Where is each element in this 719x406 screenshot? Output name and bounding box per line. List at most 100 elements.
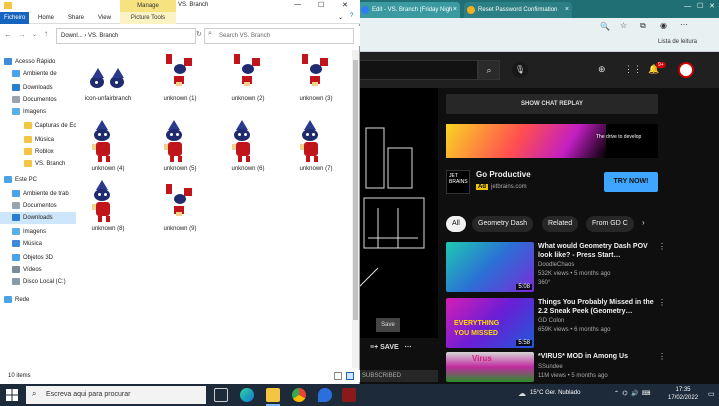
profile-icon[interactable]: ◉ — [660, 21, 667, 30]
chip-geometry-dash[interactable]: Geometry Dash — [472, 216, 534, 232]
details-view-icon[interactable] — [334, 372, 342, 380]
close-window-icon[interactable]: ✕ — [342, 1, 348, 9]
nav-item[interactable]: Acesso Rápido — [0, 56, 76, 68]
show-chat-replay-button[interactable]: SHOW CHAT REPLAY — [446, 94, 658, 114]
file-item[interactable]: unknown (4) — [80, 120, 136, 173]
up-arrow-icon[interactable]: ↑ — [44, 29, 48, 38]
recent-chevron-icon[interactable]: ⌄ — [32, 31, 37, 38]
favorite-star-icon[interactable]: ☆ — [620, 21, 627, 30]
browser-tab-reset-password[interactable]: Reset Password Confirmation × — [464, 2, 572, 18]
nav-item[interactable]: Ambiente de trab — [0, 188, 76, 200]
nav-item[interactable]: Documentos — [0, 200, 76, 212]
search-icon[interactable]: ⌕ — [478, 60, 500, 80]
zoom-icon[interactable]: 🔍 — [600, 22, 610, 31]
scrollbar[interactable] — [352, 50, 359, 368]
nav-item[interactable]: Música — [0, 238, 76, 250]
tray-chevron-icon[interactable]: ⌃ — [614, 391, 619, 397]
breadcrumb-vs-branch[interactable]: VS. Branch — [88, 33, 118, 39]
scrollbar-thumb[interactable] — [353, 60, 358, 320]
nav-item[interactable]: Disco Local (C:) — [0, 276, 76, 288]
youtube-search-input[interactable] — [358, 60, 478, 80]
nav-item[interactable]: Imagens — [0, 106, 76, 118]
refresh-icon[interactable]: ↻ — [196, 30, 202, 38]
ad-title[interactable]: Go Productive — [476, 170, 531, 179]
nav-item[interactable]: Downloads — [0, 82, 76, 94]
close-tab-icon[interactable]: × — [453, 2, 457, 18]
avatar[interactable] — [678, 62, 694, 78]
reading-list-link[interactable]: Lista de leitura — [658, 39, 697, 45]
file-item[interactable]: icon-unfairbranch — [80, 50, 136, 103]
tab-share[interactable]: Share — [64, 12, 88, 24]
help-icon[interactable]: ? — [350, 13, 353, 19]
nav-item[interactable]: Imagens — [0, 226, 76, 238]
video-item[interactable]: 5:08 What would Geometry Dash POV look l… — [446, 242, 706, 294]
apps-grid-icon[interactable]: ⋮⋮ — [624, 64, 642, 75]
network-icon[interactable]: ⌬ — [622, 391, 627, 397]
task-view-icon[interactable] — [214, 388, 228, 402]
chrome-icon[interactable] — [292, 388, 306, 402]
chip-related[interactable]: Related — [542, 216, 579, 232]
minimize-icon[interactable]: — — [294, 1, 301, 8]
nav-item[interactable]: Capturas de Ecrã — [0, 120, 76, 132]
nav-item[interactable]: Ambiente de — [0, 68, 76, 80]
file-item[interactable]: unknown (7) — [288, 120, 344, 173]
taskbar-search-input[interactable]: Escreva aqui para procurar — [26, 386, 206, 404]
weather-widget[interactable]: 15°C Ger. Nublado — [530, 390, 580, 396]
clock[interactable]: 17:35 17/02/2022 — [668, 386, 698, 402]
nav-item[interactable]: Rede — [0, 294, 76, 306]
windows-start-icon[interactable] — [6, 389, 18, 401]
nav-item[interactable]: Vídeos — [0, 264, 76, 276]
chevron-down-icon[interactable]: ⌄ — [338, 14, 343, 21]
language-icon[interactable]: ⌨ — [642, 391, 651, 397]
breadcrumb-downloads[interactable]: Downl... — [61, 33, 83, 39]
nav-item[interactable]: Música — [0, 134, 76, 146]
file-item[interactable]: unknown (2) — [220, 50, 276, 103]
nav-item[interactable]: Objetos 3D — [0, 252, 76, 264]
file-explorer-icon[interactable] — [266, 388, 280, 402]
minimize-icon[interactable]: — — [684, 3, 691, 10]
more-actions-icon[interactable]: ⋯ — [405, 344, 412, 351]
video-player[interactable] — [357, 88, 438, 338]
create-video-icon[interactable]: ⊕ — [598, 64, 606, 75]
video-menu-icon[interactable]: ⋮ — [658, 242, 666, 251]
nav-item[interactable]: Documentos — [0, 94, 76, 106]
video-item[interactable]: EVERYTHING YOU MISSED 5:58 Things You Pr… — [446, 298, 706, 350]
file-item[interactable]: unknown (8) — [80, 180, 136, 233]
file-item[interactable]: unknown (5) — [152, 120, 208, 173]
microphone-icon[interactable]: 🎙 — [512, 62, 528, 78]
save-to-playlist-button[interactable]: ≡+ SAVE — [370, 344, 399, 351]
address-path[interactable]: Downl... › VS. Branch — [56, 28, 196, 44]
try-now-button[interactable]: TRY NOW! — [604, 172, 658, 192]
volume-icon[interactable]: 🔊 — [631, 391, 638, 397]
chip-all[interactable]: All — [446, 216, 466, 232]
large-icons-view-icon[interactable] — [346, 372, 354, 380]
nav-item[interactable]: Este PC — [0, 174, 76, 186]
tab-view[interactable]: View — [94, 12, 115, 24]
tab-picture-tools[interactable]: Picture Tools — [120, 12, 176, 24]
close-window-icon[interactable]: ✕ — [709, 3, 715, 10]
app-icon[interactable] — [318, 388, 332, 402]
file-item[interactable]: unknown (9) — [152, 180, 208, 233]
ad-banner[interactable]: The drive to develop — [446, 124, 658, 158]
notifications-icon[interactable]: ▭ — [708, 390, 715, 398]
more-menu-icon[interactable]: ⋯ — [680, 20, 688, 29]
back-arrow-icon[interactable]: ← — [4, 30, 12, 39]
maximize-icon[interactable]: ☐ — [697, 3, 703, 10]
browser-tab-edit[interactable]: Edit - VS. Branch (Friday Nigh × — [358, 2, 460, 18]
close-tab-icon[interactable]: × — [565, 2, 569, 18]
nav-item[interactable]: Downloads — [0, 212, 76, 224]
edge-browser-icon[interactable] — [240, 388, 254, 402]
manage-context-tab[interactable]: Manage — [120, 0, 176, 12]
chip-from-gd[interactable]: From GD C — [586, 216, 634, 232]
maximize-icon[interactable]: ☐ — [318, 1, 324, 9]
tab-home[interactable]: Home — [34, 12, 58, 24]
forward-arrow-icon[interactable]: → — [18, 30, 26, 39]
video-menu-icon[interactable]: ⋮ — [658, 352, 666, 361]
nav-item[interactable]: Roblox — [0, 146, 76, 158]
chevron-right-icon[interactable]: › — [642, 218, 645, 227]
file-item[interactable]: unknown (3) — [288, 50, 344, 103]
nav-item[interactable]: VS. Branch — [0, 158, 76, 170]
subscribed-button[interactable]: SUBSCRIBED — [358, 370, 438, 382]
app-icon[interactable] — [342, 388, 356, 402]
file-item[interactable]: unknown (6) — [220, 120, 276, 173]
